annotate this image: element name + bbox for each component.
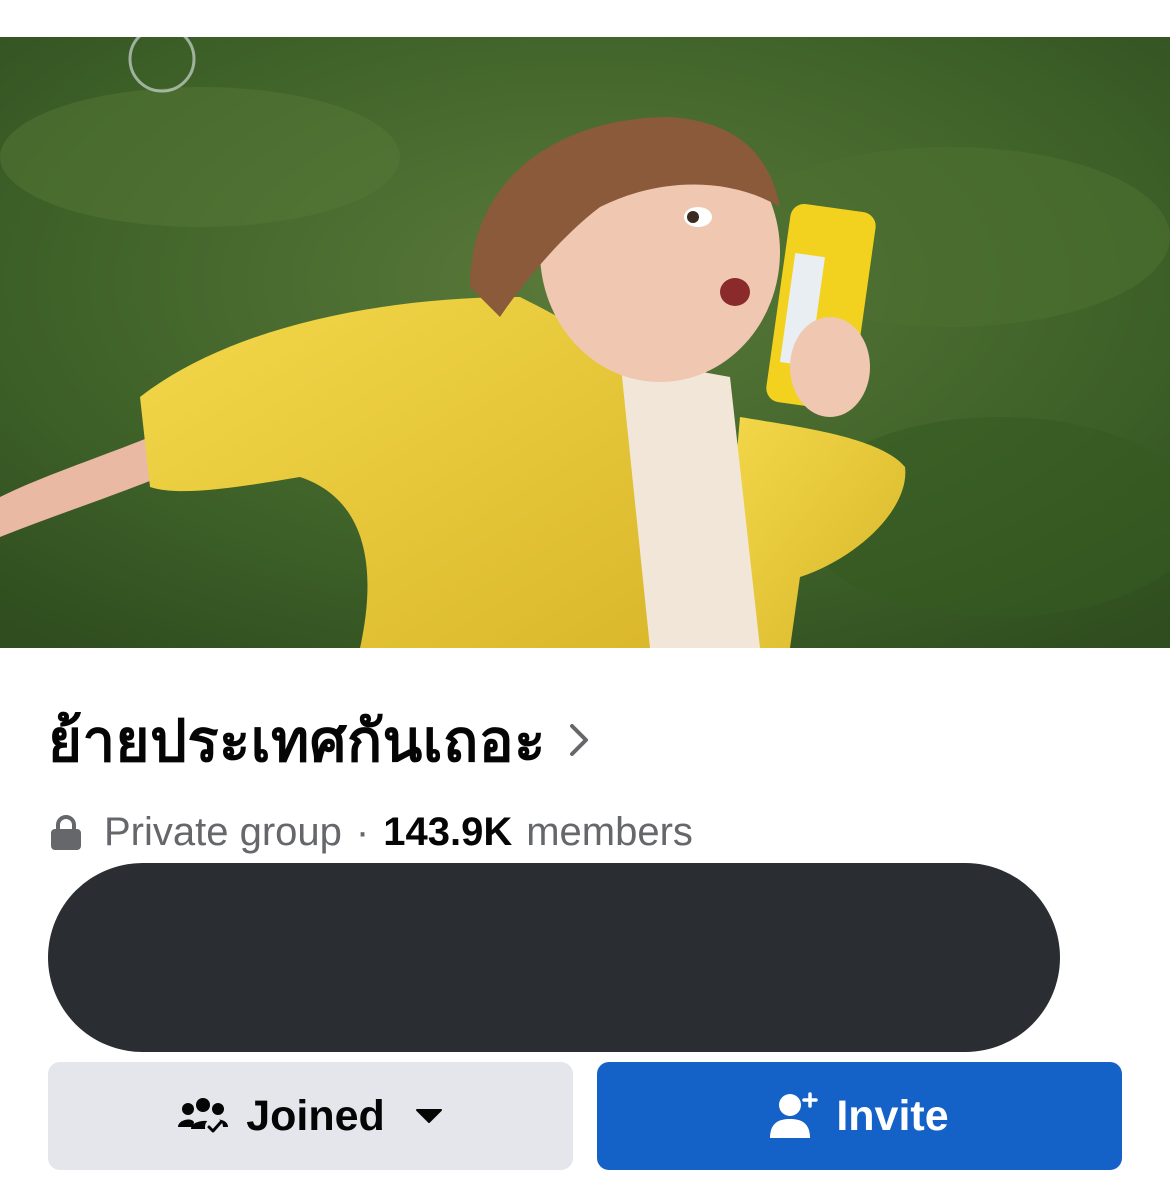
redacted-bar [48, 863, 1060, 1052]
caret-down-icon [415, 1109, 442, 1123]
group-meta: Private group · 143.9K members [50, 808, 693, 856]
group-title-row[interactable]: ย้ายประเทศกันเถอะ [48, 700, 590, 780]
group-header: ย้ายประเทศกันเถอะ Private group · 143.9K… [0, 0, 1170, 1200]
cover-photo[interactable] [0, 37, 1170, 648]
group-joined-icon [178, 1098, 229, 1136]
joined-label: Joined [246, 1091, 385, 1140]
invite-button[interactable]: Invite [597, 1062, 1122, 1170]
member-count[interactable]: 143.9K [383, 810, 512, 855]
chevron-right-icon[interactable] [568, 722, 590, 758]
joined-button[interactable]: Joined [48, 1062, 573, 1170]
group-name[interactable]: ย้ายประเทศกันเถอะ [48, 694, 546, 787]
invite-label: Invite [836, 1091, 949, 1140]
member-label[interactable]: members [526, 810, 693, 855]
privacy-label: Private group [104, 809, 342, 854]
add-person-icon [770, 1092, 819, 1138]
meta-separator: · [355, 809, 370, 854]
lock-icon [51, 815, 81, 850]
cover-photo-image [0, 37, 1170, 648]
